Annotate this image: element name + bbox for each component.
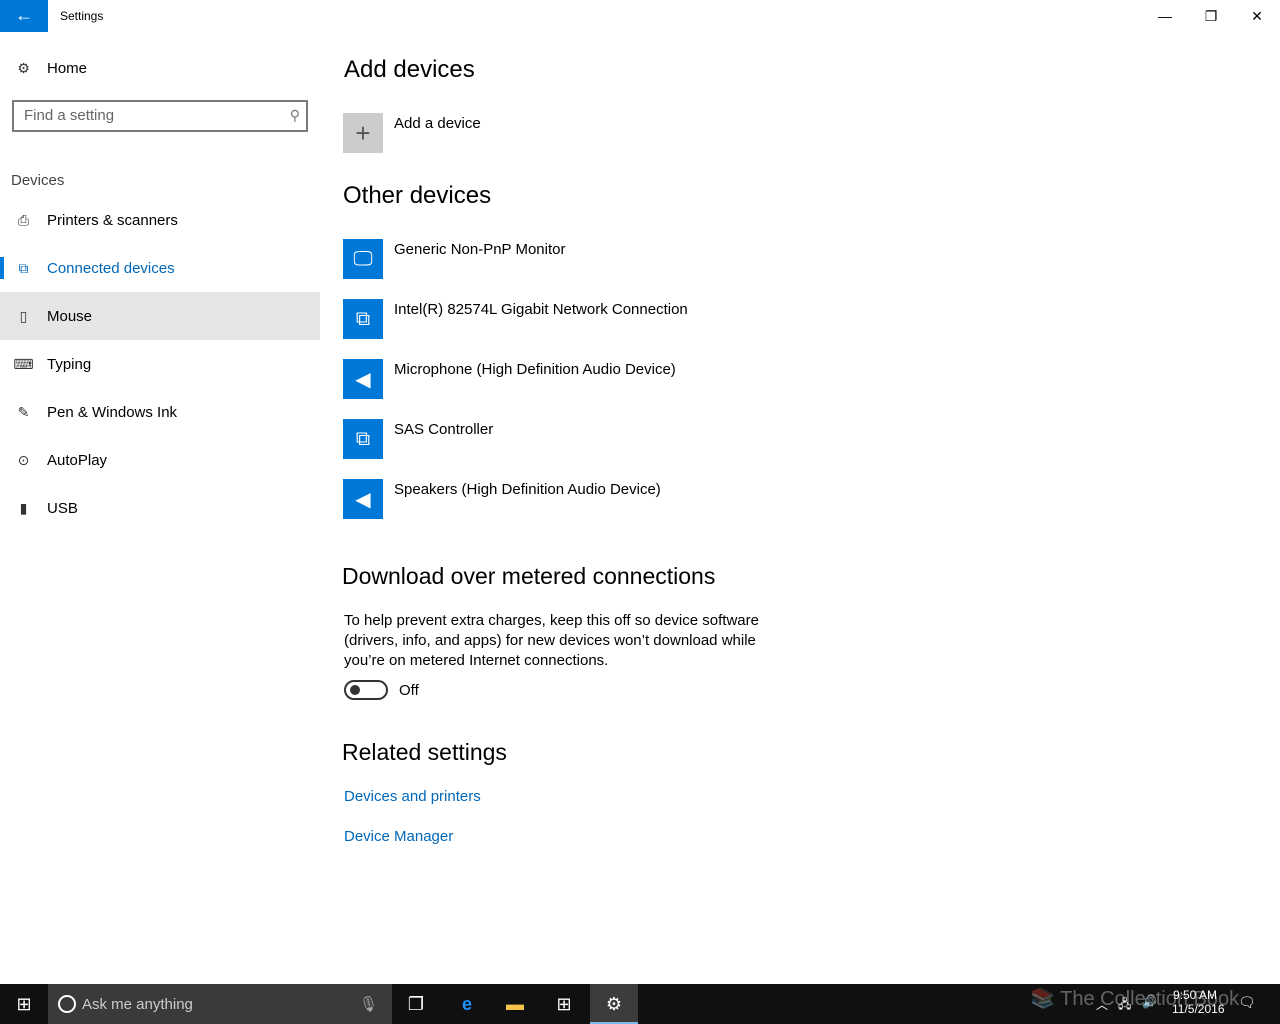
network-icon[interactable]: 🖧: [1118, 995, 1131, 1016]
back-button[interactable]: ←: [0, 0, 48, 32]
sidebar-item-printers[interactable]: ⎙ Printers & scanners: [0, 196, 320, 244]
device-name: SAS Controller: [394, 421, 494, 438]
devices-icon: ⧉: [343, 299, 383, 339]
sidebar-item-label: Printers & scanners: [47, 211, 178, 229]
edge-icon[interactable]: e: [443, 984, 491, 1024]
action-center-icon[interactable]: 🗨: [1238, 994, 1256, 1011]
sidebar-item-label: Pen & Windows Ink: [47, 403, 178, 421]
speaker-icon: ◀: [343, 359, 383, 399]
printer-icon: ⎙: [17, 211, 30, 228]
plus-icon: +: [343, 113, 383, 153]
device-name: Microphone (High Definition Audio Device…: [394, 361, 676, 378]
search-icon[interactable]: ⚲: [290, 107, 300, 124]
other-devices-heading: Other devices: [343, 182, 492, 209]
settings-taskbar-icon[interactable]: ⚙: [590, 984, 638, 1024]
metered-toggle[interactable]: [344, 680, 388, 700]
windows-start-icon[interactable]: ⊞: [0, 984, 48, 1024]
date: 11/5/2016: [1172, 1002, 1225, 1016]
related-settings-heading: Related settings: [342, 739, 507, 765]
add-devices-heading: Add devices: [344, 56, 475, 83]
device-manager-link[interactable]: Device Manager: [344, 828, 453, 845]
add-device-label: Add a device: [394, 115, 481, 132]
device-name: Speakers (High Definition Audio Device): [394, 481, 661, 498]
device-name: Intel(R) 82574L Gigabit Network Connecti…: [394, 301, 688, 318]
sidebar-item-label: USB: [47, 499, 78, 517]
device-item[interactable]: ◀ Microphone (High Definition Audio Devic…: [343, 359, 676, 399]
metered-heading: Download over metered connections: [342, 563, 716, 589]
cortana-icon: [58, 995, 76, 1013]
sidebar-item-label: Mouse: [47, 307, 93, 325]
add-device-button[interactable]: + Add a device: [343, 113, 481, 153]
restore-button[interactable]: ❐: [1188, 0, 1234, 32]
close-button[interactable]: ✕: [1234, 0, 1280, 32]
microphone-icon[interactable]: 🎙: [359, 995, 378, 1013]
minimize-button[interactable]: —: [1142, 0, 1188, 32]
gear-icon: ⚙: [17, 59, 30, 76]
devices-and-printers-link[interactable]: Devices and printers: [344, 788, 481, 805]
sidebar: ⚙ Home Find a setting ⚲ Devices ⎙ Printers …: [0, 32, 320, 984]
sidebar-item-connected-devices[interactable]: ⧉ Connected devices: [0, 244, 320, 292]
clock[interactable]: 9:50 AM 11/5/2016: [1172, 988, 1225, 1016]
store-icon[interactable]: ⊞: [540, 984, 588, 1024]
taskbar: ⊞ Ask me anything 🎙 ❐ e ▬ ⊞ ⚙ 📚 The Coll…: [0, 984, 1280, 1024]
search-input[interactable]: Find a setting ⚲: [12, 100, 308, 132]
file-explorer-icon[interactable]: ▬: [491, 984, 539, 1024]
device-item[interactable]: ⧉ SAS Controller: [343, 419, 493, 459]
speaker-icon: ◀: [343, 479, 383, 519]
cortana-search[interactable]: Ask me anything 🎙: [48, 984, 392, 1024]
sidebar-item-label: AutoPlay: [47, 451, 108, 469]
window-title: Settings: [60, 9, 104, 23]
section-heading: Devices: [11, 172, 65, 189]
volume-icon[interactable]: 🔊: [1142, 995, 1157, 1009]
usb-icon: ▮: [19, 499, 28, 516]
time: 9:50 AM: [1172, 988, 1218, 1002]
metered-description: To help prevent extra charges, keep this…: [344, 612, 759, 669]
keyboard-icon: ⌨: [13, 355, 34, 372]
devices-icon: ⧉: [343, 419, 383, 459]
sidebar-item-home[interactable]: ⚙ Home: [0, 44, 320, 92]
title-bar: ← Settings — ❐ ✕: [0, 0, 1280, 32]
sidebar-item-label: Typing: [47, 355, 92, 373]
device-item[interactable]: 🖵 Generic Non-PnP Monitor: [343, 239, 565, 279]
sidebar-item-usb[interactable]: ▮ USB: [0, 484, 320, 532]
device-item[interactable]: ◀ Speakers (High Definition Audio Device): [343, 479, 661, 519]
sidebar-item-label: Connected devices: [47, 259, 175, 277]
home-label: Home: [47, 59, 88, 77]
sidebar-item-typing[interactable]: ⌨ Typing: [0, 340, 320, 388]
sidebar-item-autoplay[interactable]: ⊙ AutoPlay: [0, 436, 320, 484]
task-view-icon[interactable]: ❐: [392, 984, 440, 1024]
autoplay-icon: ⊙: [17, 451, 30, 468]
cortana-placeholder: Ask me anything: [82, 995, 193, 1013]
device-item[interactable]: ⧉ Intel(R) 82574L Gigabit Network Connect…: [343, 299, 688, 339]
toggle-state-label: Off: [399, 682, 419, 699]
mouse-icon: ▯: [19, 307, 28, 324]
sidebar-item-mouse[interactable]: ▯ Mouse: [0, 292, 320, 340]
monitor-icon: 🖵: [343, 239, 383, 279]
show-hidden-icons[interactable]: ︿: [1096, 996, 1108, 1013]
pen-icon: ✎: [17, 403, 30, 420]
sidebar-item-pen[interactable]: ✎ Pen & Windows Ink: [0, 388, 320, 436]
connected-devices-icon: ⧉: [18, 259, 29, 276]
device-name: Generic Non-PnP Monitor: [394, 241, 566, 258]
search-placeholder: Find a setting: [24, 107, 115, 124]
